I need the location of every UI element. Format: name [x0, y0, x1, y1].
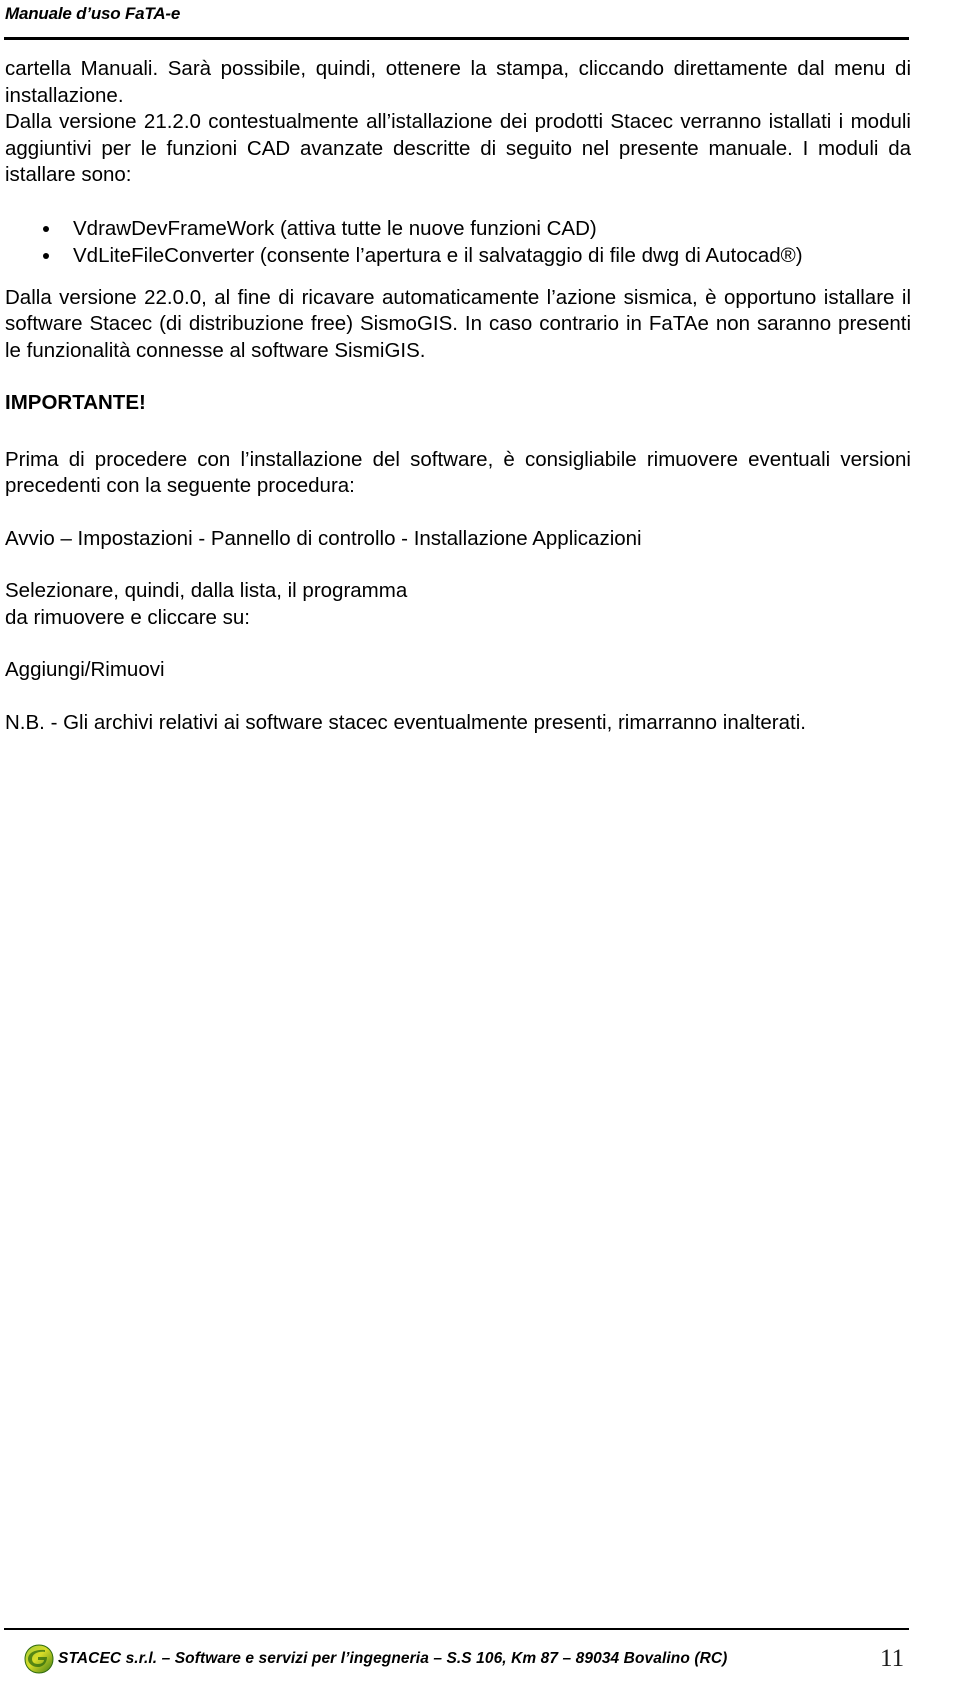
paragraph-aggiungi-rimuovi: Aggiungi/Rimuovi [5, 658, 165, 681]
header-divider [4, 37, 909, 40]
bullet-point-icon [43, 252, 49, 259]
paragraph-selezionare-line-1: Selezionare, quindi, dalla lista, il pro… [5, 579, 408, 602]
list-item: VdLiteFileConverter (consente l’apertura… [5, 242, 911, 269]
paragraph-nota-bene: N.B. - Gli archivi relativi ai software … [5, 710, 806, 734]
list-item-label: VdrawDevFrameWork (attiva tutte le nuove… [73, 216, 597, 240]
page-number: 11 [880, 1645, 905, 1672]
paragraph-prima-di-procedere: Prima di procedere con l’installazione d… [5, 447, 911, 498]
paragraph-versione-22-0-0: Dalla versione 22.0.0, al fine di ricava… [5, 285, 911, 362]
list-item: VdrawDevFrameWork (attiva tutte le nuove… [5, 215, 911, 242]
bullet-point-icon [43, 225, 49, 232]
page-footer: STACEC s.r.l. – Software e servizi per l… [0, 1628, 960, 1690]
paragraph-versione-21-2-0: Dalla versione 21.2.0 contestualmente al… [5, 110, 911, 186]
document-body: cartella Manuali. Sarà possibile, quindi… [5, 56, 911, 736]
document-page: Manuale d’uso FaTA-e cartella Manuali. S… [0, 0, 960, 1690]
stacec-leaf-logo-icon [24, 1644, 54, 1674]
paragraph-avvio-impostazioni-path: Avvio – Impostazioni - Pannello di contr… [5, 526, 642, 550]
heading-importante: IMPORTANTE! [5, 391, 146, 414]
footer-company-info: STACEC s.r.l. – Software e servizi per l… [58, 1650, 728, 1667]
page-header: Manuale d’uso FaTA-e [0, 0, 960, 44]
header-title: Manuale d’uso FaTA-e [5, 4, 181, 23]
moduli-bullet-list: VdrawDevFrameWork (attiva tutte le nuove… [5, 215, 911, 269]
footer-divider [4, 1628, 909, 1630]
list-item-label: VdLiteFileConverter (consente l’apertura… [73, 243, 803, 267]
paragraph-selezionare-line-2: da rimuovere e cliccare su: [5, 605, 250, 629]
paragraph-cartella-manuali: cartella Manuali. Sarà possibile, quindi… [5, 57, 911, 107]
